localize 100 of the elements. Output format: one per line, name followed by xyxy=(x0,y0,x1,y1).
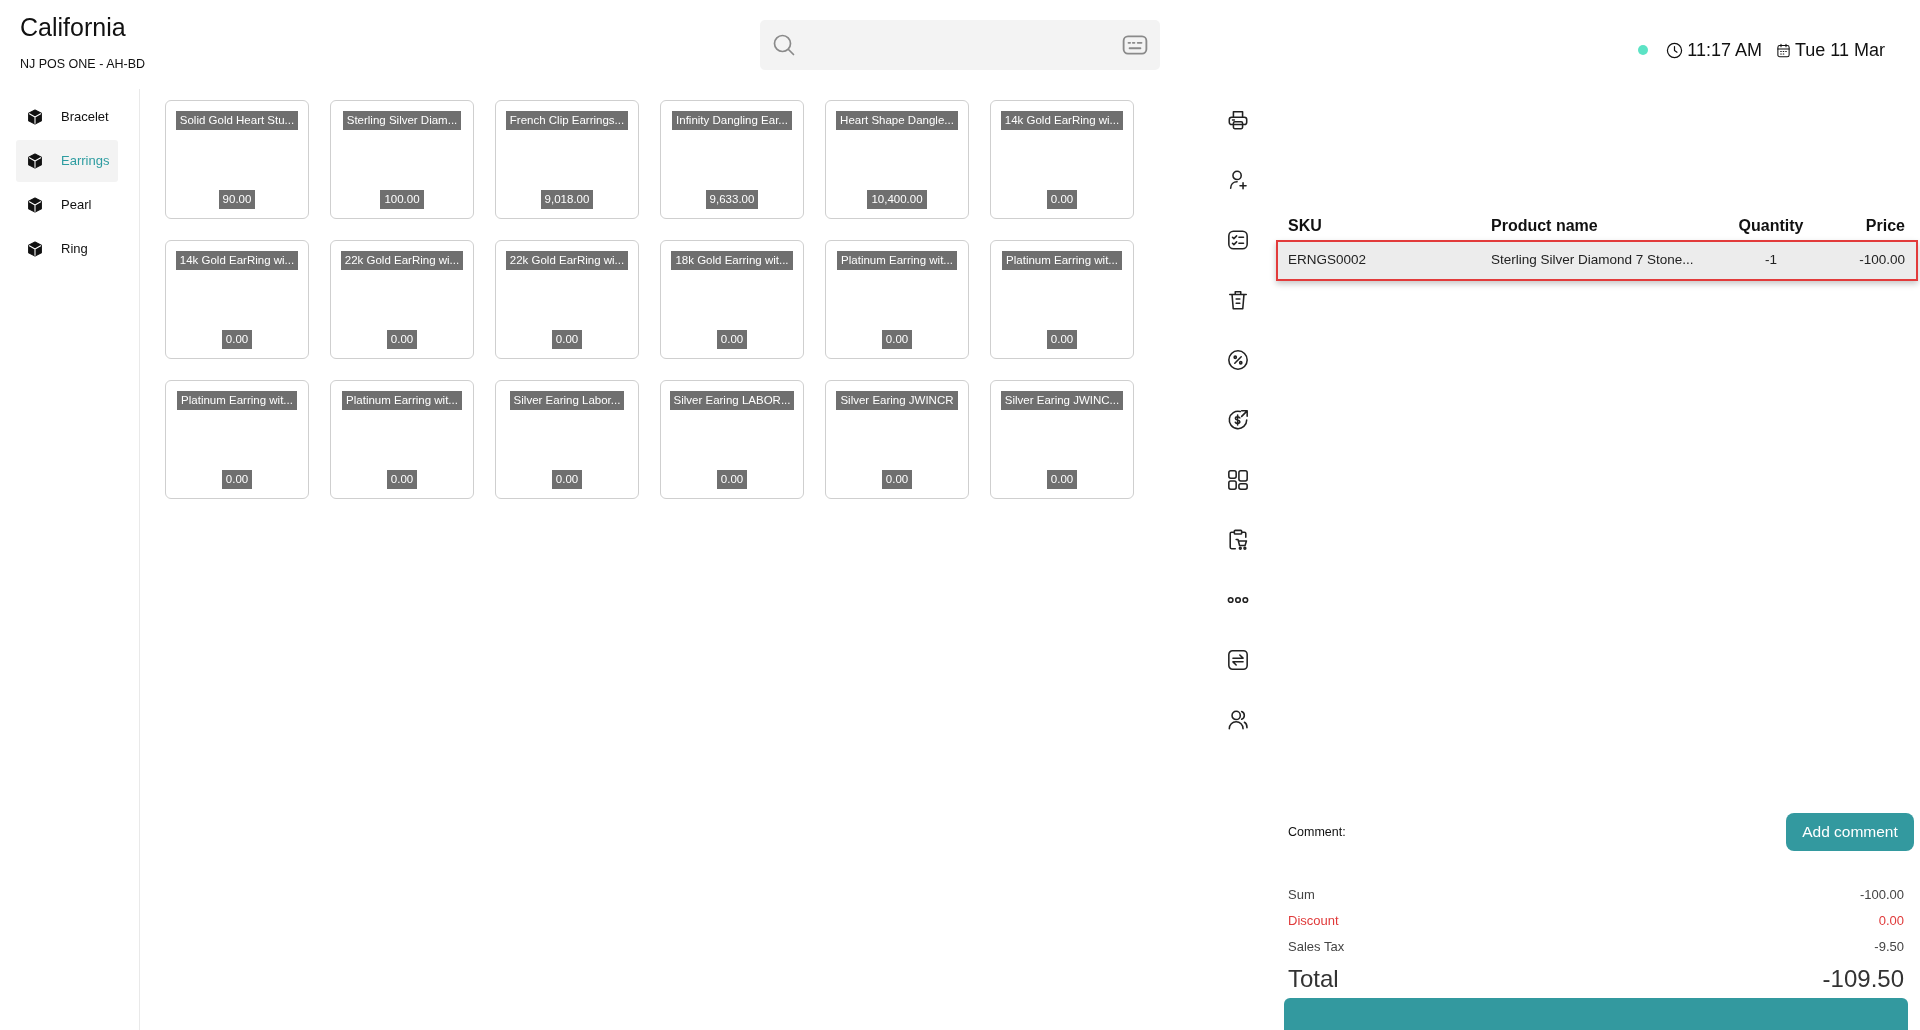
product-name: Heart Shape Dangle... xyxy=(836,111,958,130)
product-tile[interactable]: Heart Shape Dangle... 10,400.00 xyxy=(825,100,969,219)
category-item[interactable]: Ring xyxy=(16,228,118,270)
cube-icon xyxy=(27,241,43,257)
price-tag: 0.00 xyxy=(551,330,583,349)
table-cell-text: ERNGS0002 xyxy=(1288,251,1368,270)
price-tag: 0.00 xyxy=(1046,470,1078,489)
price-tag: 0.00 xyxy=(1046,190,1078,209)
product-name: Silver Earing JWINCR xyxy=(836,391,958,410)
price-tag: 0.00 xyxy=(716,470,748,489)
register-name: NJ POS ONE - AH-BD xyxy=(20,56,147,72)
product-name: Silver Earing Labor... xyxy=(509,391,625,410)
product-tile[interactable]: 14k Gold EarRing wi... 0.00 xyxy=(165,240,309,359)
search-field[interactable] xyxy=(760,20,1160,70)
product-name: French Clip Earrings... xyxy=(505,111,629,130)
store-title: California xyxy=(20,12,127,42)
comment-label: Comment: xyxy=(1288,823,1346,841)
product-tile[interactable]: 22k Gold EarRing wi... 0.00 xyxy=(330,240,474,359)
price-tag: 9,633.00 xyxy=(705,190,759,209)
summary-value: 0.00 xyxy=(1878,912,1904,931)
swap-icon[interactable] xyxy=(1227,649,1249,671)
price-tag: 10,400.00 xyxy=(867,190,927,209)
product-tile[interactable]: 22k Gold EarRing wi... 0.00 xyxy=(495,240,639,359)
price-tag: 0.00 xyxy=(881,330,913,349)
price-tag: 0.00 xyxy=(716,330,748,349)
percent-icon[interactable] xyxy=(1227,349,1249,371)
cart-row[interactable]: ERNGS0002 Sterling Silver Diamond 7 Stone... -1 -100.00 xyxy=(1276,240,1918,281)
column-header: SKU xyxy=(1288,215,1323,236)
cube-icon xyxy=(27,197,43,213)
price-tag: 9,018.00 xyxy=(540,190,594,209)
product-tile[interactable]: French Clip Earrings... 9,018.00 xyxy=(495,100,639,219)
product-tile[interactable]: Silver Earing Labor... 0.00 xyxy=(495,380,639,499)
price-tag: 0.00 xyxy=(386,330,418,349)
total-value: -109.50 xyxy=(1822,964,1904,994)
cube-icon xyxy=(27,109,43,125)
time-text: 11:17 AM xyxy=(1687,39,1762,62)
search-icon xyxy=(772,33,796,57)
category-item[interactable]: Earrings xyxy=(16,140,118,182)
product-name: Infinity Dangling Ear... xyxy=(672,111,792,130)
checklist-icon[interactable] xyxy=(1227,229,1249,251)
category-item[interactable]: Bracelet xyxy=(16,96,118,138)
product-tile[interactable]: 14k Gold EarRing wi... 0.00 xyxy=(990,100,1134,219)
product-tile[interactable]: Silver Earing LABOR... 0.00 xyxy=(660,380,804,499)
summary-value: -100.00 xyxy=(1859,886,1904,905)
users-icon[interactable] xyxy=(1227,709,1249,731)
category-item[interactable]: Pearl xyxy=(16,184,118,226)
summary-label: Discount xyxy=(1288,912,1339,931)
clipboard-cart-icon[interactable] xyxy=(1227,529,1249,551)
grid-icon[interactable] xyxy=(1227,469,1249,491)
product-name: Platinum Earring wit... xyxy=(1002,251,1122,270)
product-name: 14k Gold EarRing wi... xyxy=(1000,111,1124,130)
price-tag: 90.00 xyxy=(218,190,256,209)
product-name: 14k Gold EarRing wi... xyxy=(175,251,299,270)
product-name: Platinum Earring wit... xyxy=(177,391,297,410)
dollar-arrow-icon[interactable] xyxy=(1227,409,1249,431)
add-comment-button[interactable]: Add comment xyxy=(1786,813,1914,851)
user-plus-icon[interactable] xyxy=(1227,169,1249,191)
cube-icon xyxy=(27,153,43,169)
product-tile[interactable]: Platinum Earring wit... 0.00 xyxy=(990,240,1134,359)
price-tag: 0.00 xyxy=(221,470,253,489)
table-cell-text: Sterling Silver Diamond 7 Stone... xyxy=(1491,251,1695,270)
product-name: Platinum Earring wit... xyxy=(342,391,462,410)
product-tile[interactable]: Solid Gold Heart Stu... 90.00 xyxy=(165,100,309,219)
product-tile[interactable]: Silver Earing JWINCR 0.00 xyxy=(825,380,969,499)
column-header: Quantity xyxy=(1737,215,1805,236)
table-cell-text: -1 xyxy=(1764,251,1778,270)
summary-label: Sum xyxy=(1288,886,1315,905)
product-tile[interactable]: Infinity Dangling Ear... 9,633.00 xyxy=(660,100,804,219)
column-header: Product name xyxy=(1491,215,1599,236)
price-tag: 0.00 xyxy=(551,470,583,489)
clock-icon xyxy=(1666,41,1684,59)
price-tag: 0.00 xyxy=(881,470,913,489)
product-name: Silver Earing LABOR... xyxy=(669,391,795,410)
product-name: Platinum Earring wit... xyxy=(837,251,957,270)
product-name: 22k Gold EarRing wi... xyxy=(340,251,464,270)
trash-icon[interactable] xyxy=(1227,289,1249,311)
product-tile[interactable]: Platinum Earring wit... 0.00 xyxy=(330,380,474,499)
price-tag: 0.00 xyxy=(221,330,253,349)
product-tile[interactable]: Silver Earing JWINC... 0.00 xyxy=(990,380,1134,499)
summary-value: -9.50 xyxy=(1874,938,1904,957)
summary-label: Sales Tax xyxy=(1288,938,1345,957)
product-tile[interactable]: 18k Gold Earring wit... 0.00 xyxy=(660,240,804,359)
product-tile[interactable]: Platinum Earring wit... 0.00 xyxy=(165,380,309,499)
price-tag: 0.00 xyxy=(1046,330,1078,349)
table-cell-text: -100.00 xyxy=(1858,251,1905,270)
calendar-icon xyxy=(1775,42,1791,58)
product-tile[interactable]: Sterling Silver Diam... 100.00 xyxy=(330,100,474,219)
product-name: 22k Gold EarRing wi... xyxy=(505,251,629,270)
product-tile[interactable]: Platinum Earring wit... 0.00 xyxy=(825,240,969,359)
date-text: Tue 11 Mar xyxy=(1794,39,1885,62)
price-tag: 0.00 xyxy=(386,470,418,489)
product-name: Silver Earing JWINC... xyxy=(1000,391,1124,410)
product-name: Solid Gold Heart Stu... xyxy=(175,111,299,130)
printer-icon[interactable] xyxy=(1227,109,1249,131)
column-header: Price xyxy=(1864,215,1905,236)
product-name: 18k Gold Earring wit... xyxy=(671,251,793,270)
price-tag: 100.00 xyxy=(380,190,424,209)
total-label: Total xyxy=(1288,964,1339,994)
product-name: Sterling Silver Diam... xyxy=(342,111,462,130)
keyboard-icon[interactable] xyxy=(1122,32,1148,58)
